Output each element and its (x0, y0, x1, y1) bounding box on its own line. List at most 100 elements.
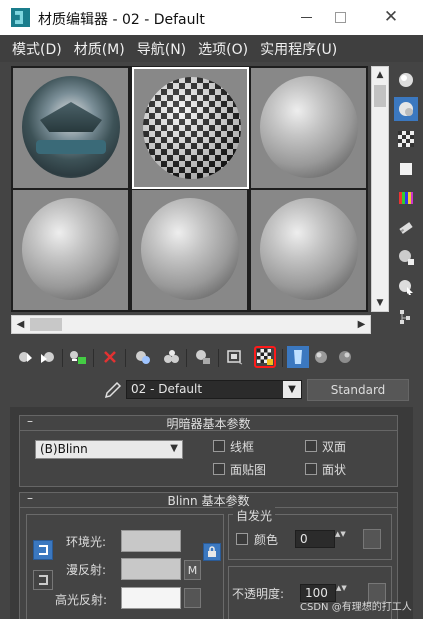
sample-type-button[interactable] (394, 68, 418, 92)
scroll-thumb[interactable] (30, 318, 62, 331)
collapse-icon[interactable]: – (27, 491, 33, 505)
specular-label: 高光反射: (55, 593, 108, 607)
close-button[interactable]: ✕ (368, 0, 414, 35)
select-by-material-icon (399, 280, 413, 295)
show-end-result-button[interactable] (287, 346, 309, 368)
self-illum-color-checkbox[interactable] (236, 533, 248, 545)
material-type-button[interactable]: Standard (307, 379, 409, 401)
self-illum-color-label: 颜色 (254, 533, 279, 547)
chevron-down-icon: ▼ (170, 443, 178, 454)
make-unique-button[interactable] (161, 346, 183, 368)
specular-color-swatch[interactable] (121, 587, 181, 609)
two-sided-checkbox[interactable] (305, 440, 317, 452)
background-checker-icon (398, 131, 414, 147)
self-illum-value-input[interactable]: 0 (295, 530, 335, 548)
toolbar-separator (218, 349, 219, 367)
diffuse-color-swatch[interactable] (121, 558, 181, 580)
background-button[interactable] (394, 127, 418, 151)
shader-basic-header[interactable]: – 明暗器基本参数 (20, 414, 397, 431)
put-to-library-icon (196, 350, 210, 364)
make-material-copy-icon (136, 351, 150, 364)
blinn-basic-header[interactable]: – Blinn 基本参数 (20, 491, 397, 508)
collapse-icon[interactable]: – (27, 414, 33, 428)
checker-sphere (143, 77, 241, 179)
material-map-navigator-button[interactable] (394, 305, 418, 329)
video-color-check-button[interactable] (394, 186, 418, 210)
ambient-label: 环境光: (66, 535, 107, 549)
toolbar-separator (93, 349, 94, 367)
scroll-up-icon[interactable]: ▲ (372, 67, 388, 83)
gray-sphere (141, 198, 239, 300)
reset-map-button[interactable] (99, 346, 121, 368)
chevron-down-icon[interactable]: ▼ (283, 381, 301, 398)
sample-slot-3[interactable] (251, 68, 366, 188)
diffuse-map-button[interactable]: M (184, 560, 201, 580)
slots-vertical-scrollbar[interactable]: ▲ ▼ (371, 66, 389, 312)
sample-slot-2-active[interactable] (132, 67, 249, 189)
material-id-channel-button[interactable] (224, 346, 246, 368)
assign-material-to-selection-icon (70, 351, 86, 364)
get-material-button[interactable] (14, 346, 36, 368)
sample-slot-5[interactable] (132, 190, 247, 310)
make-preview-button[interactable] (394, 216, 418, 240)
diffuse-label: 漫反射: (66, 563, 107, 577)
slots-horizontal-scrollbar[interactable]: ◀ ▶ (11, 315, 371, 334)
go-to-parent-button[interactable] (310, 346, 332, 368)
put-to-library-button[interactable] (192, 346, 214, 368)
material-name-row: 02 - Default ▼ Standard (0, 377, 423, 403)
assign-material-to-selection-button[interactable] (67, 346, 89, 368)
menu-bar: 模式(D) 材质(M) 导航(N) 选项(O) 实用程序(U) (0, 35, 423, 62)
maximize-icon (334, 12, 346, 23)
toolbar-separator (62, 349, 63, 367)
lock-ambient-diffuse-toggle[interactable] (33, 540, 53, 560)
sample-slots-grid (11, 66, 368, 312)
menu-navigation[interactable]: 导航(N) (137, 39, 186, 59)
specular-map-button[interactable] (184, 588, 201, 608)
sample-uv-tiling-button[interactable] (394, 157, 418, 181)
reset-map-icon (104, 351, 116, 363)
shader-type-select[interactable]: (B)Blinn ▼ (35, 440, 183, 459)
faceted-checkbox[interactable] (305, 463, 317, 475)
self-illumination-title: 自发光 (233, 507, 276, 524)
put-material-to-scene-button[interactable] (37, 346, 59, 368)
scroll-thumb[interactable] (374, 85, 386, 107)
gray-sphere (260, 76, 358, 178)
lock-diffuse-specular-toggle[interactable] (33, 570, 53, 590)
options-button[interactable] (394, 245, 418, 269)
make-material-copy-button[interactable] (132, 346, 154, 368)
sample-slot-4[interactable] (13, 190, 128, 310)
scroll-down-icon[interactable]: ▼ (372, 295, 388, 311)
menu-utilities[interactable]: 实用程序(U) (260, 39, 337, 59)
eyedropper-icon[interactable] (102, 381, 122, 399)
select-by-material-button[interactable] (394, 275, 418, 299)
material-name-input[interactable]: 02 - Default (126, 380, 302, 399)
toolbar-separator (125, 349, 126, 367)
menu-material[interactable]: 材质(M) (74, 39, 125, 59)
scroll-left-icon[interactable]: ◀ (12, 316, 29, 333)
menu-options[interactable]: 选项(O) (198, 39, 248, 59)
scroll-right-icon[interactable]: ▶ (353, 316, 370, 333)
maximize-button[interactable] (317, 0, 363, 35)
wire-checkbox[interactable] (213, 440, 225, 452)
backlight-button[interactable] (394, 97, 418, 121)
material-id-channel-icon (227, 350, 243, 365)
go-to-parent-icon (315, 351, 327, 363)
sample-slot-1[interactable] (13, 68, 128, 188)
menu-mode[interactable]: 模式(D) (12, 39, 62, 59)
two-sided-label: 双面 (322, 440, 347, 454)
video-color-check-icon (399, 192, 413, 204)
ambient-color-swatch[interactable] (121, 530, 181, 552)
make-preview-icon (399, 222, 413, 234)
spinner-arrows-icon[interactable]: ▲▼ (335, 530, 346, 548)
show-shaded-material-in-viewport-button[interactable] (254, 346, 276, 368)
faceted-label: 面状 (322, 463, 347, 477)
face-map-checkbox[interactable] (213, 463, 225, 475)
environment-sphere (22, 76, 120, 178)
sample-slot-6[interactable] (251, 190, 366, 310)
lock-button[interactable] (203, 543, 221, 561)
self-illum-map-button[interactable] (363, 529, 381, 549)
lock-icon (208, 546, 216, 557)
go-forward-to-sibling-icon (339, 351, 351, 363)
window-title: 材质编辑器 - 02 - Default (38, 12, 205, 28)
go-forward-to-sibling-button[interactable] (334, 346, 356, 368)
